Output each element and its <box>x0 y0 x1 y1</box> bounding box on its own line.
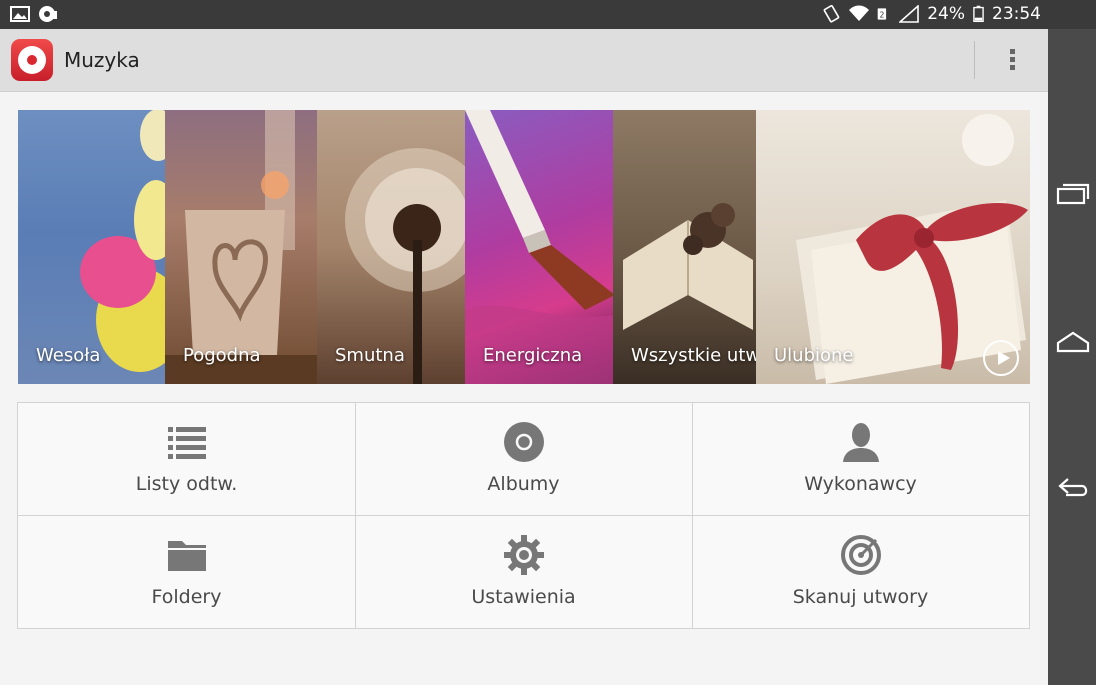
menu-item-label: Skanuj utwory <box>792 586 929 608</box>
mood-tile-pogodna[interactable]: Pogodna <box>165 110 317 384</box>
mood-tile-label: Energiczna <box>483 345 583 366</box>
heart-mug-image <box>165 110 317 384</box>
mood-tile-smutna[interactable]: Smutna <box>317 110 465 384</box>
mood-tile-label: Pogodna <box>183 345 261 366</box>
menu-grid: Listy odtw. Albumy Wykonawcy Foldery Ust… <box>17 402 1030 629</box>
status-bar: 2 24% 23:54 <box>0 0 1096 29</box>
folder-icon <box>168 541 206 571</box>
battery-percent: 24% <box>927 4 965 24</box>
recent-apps-icon[interactable] <box>1056 181 1090 207</box>
battery-icon <box>973 5 984 23</box>
menu-item-scan[interactable]: Skanuj utwory <box>692 516 1029 629</box>
menu-item-label: Ustawienia <box>471 586 576 608</box>
music-notification-icon <box>39 6 57 22</box>
mood-tile-label: Smutna <box>335 345 405 366</box>
mood-tile-energiczna[interactable]: Energiczna <box>465 110 613 384</box>
play-button[interactable] <box>983 340 1019 376</box>
dandelion-image <box>345 148 465 384</box>
menu-item-settings[interactable]: Ustawienia <box>355 516 692 629</box>
home-icon[interactable] <box>1056 329 1090 355</box>
signal-icon <box>899 5 920 23</box>
menu-item-albums[interactable]: Albumy <box>355 403 692 516</box>
sim-icon: 2 <box>877 8 887 20</box>
menu-item-playlists[interactable]: Listy odtw. <box>18 403 355 516</box>
menu-item-folders[interactable]: Foldery <box>18 516 355 629</box>
clock: 23:54 <box>992 4 1041 24</box>
menu-item-label: Albumy <box>487 473 560 495</box>
menu-item-label: Listy odtw. <box>135 473 238 495</box>
app-title: Muzyka <box>64 48 140 72</box>
paintbrush-image <box>465 110 613 384</box>
album-disc-icon <box>504 422 544 462</box>
action-bar-divider <box>974 41 975 79</box>
mood-tile-label: Wszystkie utw <box>631 345 758 366</box>
mood-tile-ulubione[interactable]: Ulubione <box>756 110 1030 384</box>
balloons-image <box>80 110 165 372</box>
music-app-screen: Muzyka Wesoła Pogodna Smutna Energiczna … <box>0 0 1048 685</box>
rotation-lock-icon <box>823 5 840 23</box>
mood-banner: Wesoła Pogodna Smutna Energiczna Wszystk… <box>18 110 1030 384</box>
artist-person-icon <box>843 423 879 462</box>
wifi-icon <box>849 5 870 21</box>
mood-tile-wesola[interactable]: Wesoła <box>18 110 165 384</box>
menu-item-label: Foldery <box>151 586 222 608</box>
back-icon[interactable] <box>1056 475 1090 501</box>
book-flowers-image <box>623 203 753 330</box>
svg-text:2: 2 <box>880 11 885 20</box>
playlist-icon <box>168 427 206 459</box>
gear-icon <box>504 535 544 575</box>
menu-item-label: Wykonawcy <box>804 473 917 495</box>
image-notification-icon <box>10 6 30 22</box>
mood-tile-label: Wesoła <box>36 345 101 366</box>
app-logo-icon[interactable] <box>11 39 53 81</box>
overflow-menu-icon[interactable] <box>1002 47 1022 73</box>
menu-item-artists[interactable]: Wykonawcy <box>692 403 1029 516</box>
mood-tile-label: Ulubione <box>774 345 854 366</box>
action-bar: Muzyka <box>0 29 1048 92</box>
mood-tile-wszystkie[interactable]: Wszystkie utw <box>613 110 758 384</box>
navigation-bar <box>1048 29 1096 685</box>
scan-target-icon <box>841 535 881 575</box>
